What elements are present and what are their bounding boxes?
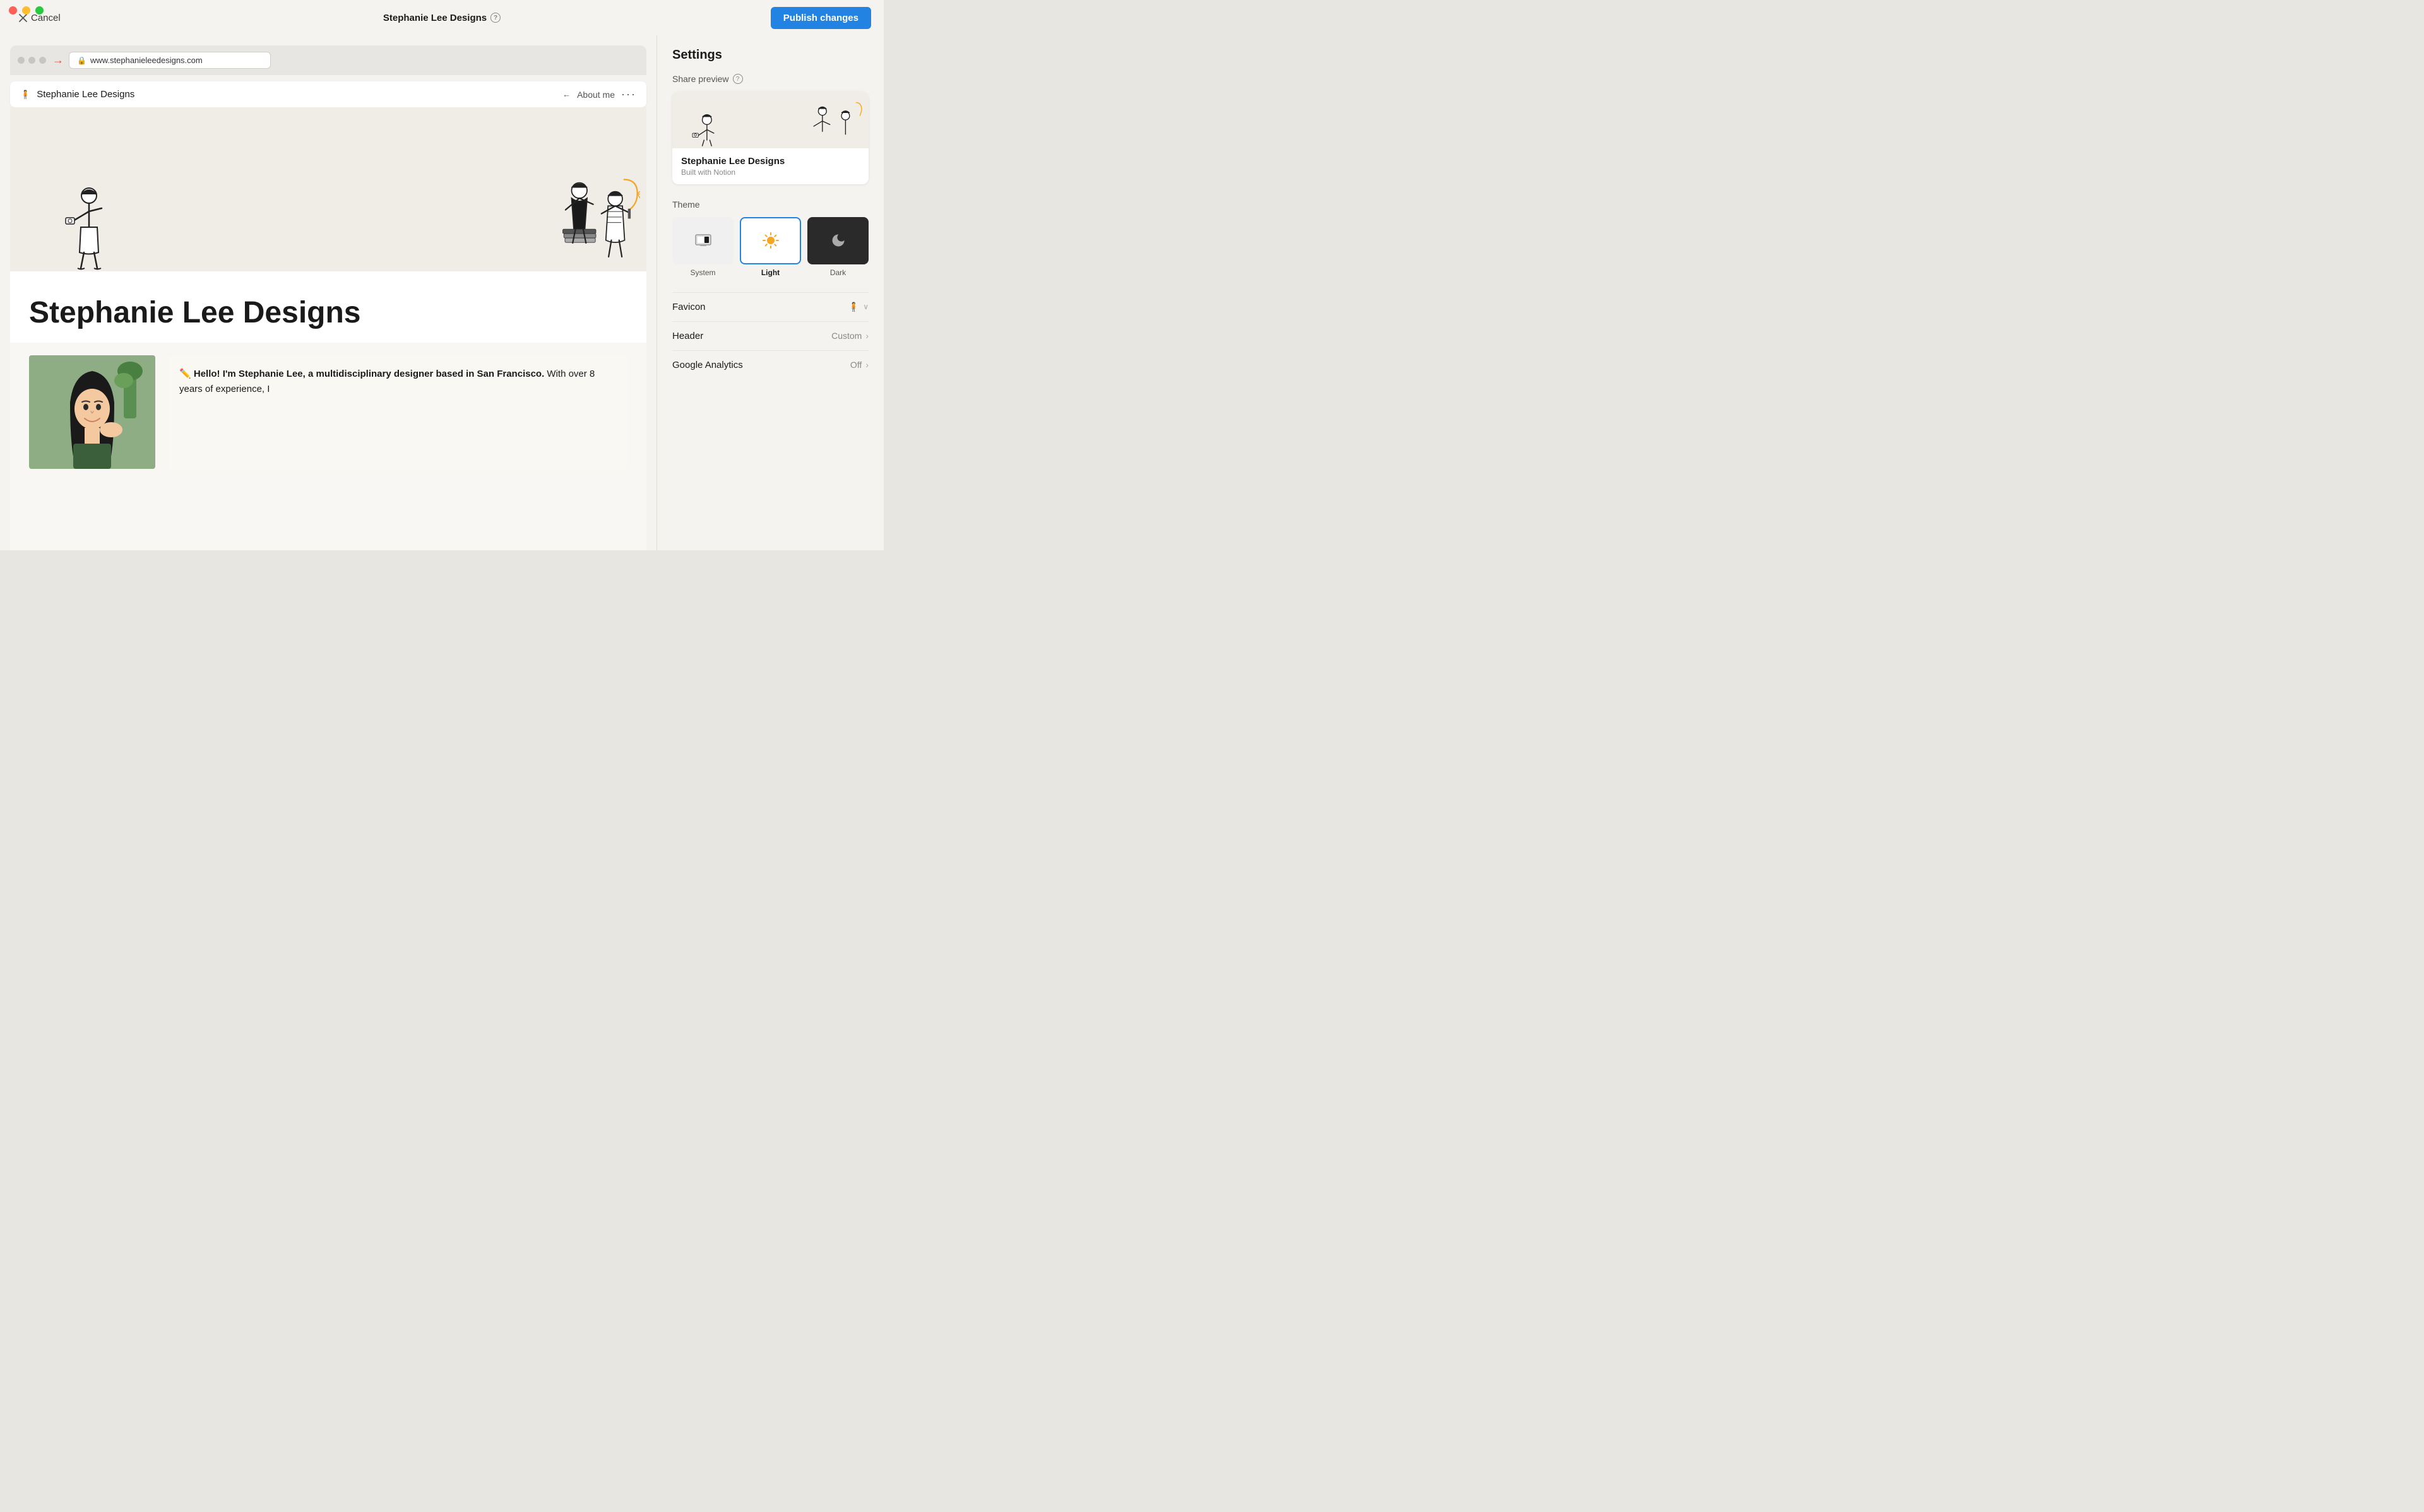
page-title-wrapper: Stephanie Lee Designs ? bbox=[383, 13, 501, 23]
browser-dot-3 bbox=[39, 57, 46, 64]
preview-site-sub: Built with Notion bbox=[681, 168, 860, 177]
intro-text-block: ✏️ Hello! I'm Stephanie Lee, a multidisc… bbox=[168, 355, 627, 469]
settings-panel: Settings Share preview ? bbox=[656, 35, 884, 550]
header-label: Header bbox=[672, 331, 703, 341]
intro-text: ✏️ Hello! I'm Stephanie Lee, a multidisc… bbox=[179, 367, 616, 397]
preview-card-body: Stephanie Lee Designs Built with Notion bbox=[672, 148, 869, 184]
url-text: www.stephanieleedesigns.com bbox=[90, 56, 203, 65]
main-container: → 🔒 www.stephanieleedesigns.com 🧍 Stepha… bbox=[0, 35, 884, 550]
pencil-emoji: ✏️ bbox=[179, 369, 194, 379]
url-bar[interactable]: 🔒 www.stephanieleedesigns.com bbox=[69, 52, 271, 69]
page-content: Stephanie Lee Designs bbox=[10, 107, 646, 550]
preview-site-title: Stephanie Lee Designs bbox=[681, 156, 860, 167]
header-row[interactable]: Header Custom › bbox=[672, 321, 869, 350]
intro-bold-text: Hello! I'm Stephanie Lee, a multidiscipl… bbox=[194, 369, 544, 379]
content-grid: ✏️ Hello! I'm Stephanie Lee, a multidisc… bbox=[10, 343, 646, 481]
browser-dot-1 bbox=[18, 57, 25, 64]
header-value-text: Custom bbox=[831, 331, 862, 341]
top-bar: Cancel Stephanie Lee Designs ? Publish c… bbox=[0, 0, 884, 35]
system-theme-icon bbox=[695, 234, 711, 247]
nav-right: ← About me ··· bbox=[562, 88, 636, 101]
nav-back-button[interactable]: ← bbox=[562, 90, 571, 99]
theme-light-option[interactable]: Light bbox=[740, 217, 801, 277]
theme-dark-option[interactable]: Dark bbox=[807, 217, 869, 277]
character-right-illustration bbox=[552, 170, 640, 271]
settings-title: Settings bbox=[672, 48, 869, 62]
theme-light-box bbox=[740, 217, 801, 264]
theme-light-label: Light bbox=[761, 268, 780, 277]
browser-preview-area: → 🔒 www.stephanieleedesigns.com 🧍 Stepha… bbox=[0, 35, 656, 550]
light-theme-icon bbox=[762, 232, 780, 249]
theme-options: System Light bbox=[672, 217, 869, 277]
nav-bar: 🧍 Stephanie Lee Designs ← About me ··· bbox=[10, 81, 646, 107]
fullscreen-traffic-light[interactable] bbox=[35, 6, 44, 15]
google-analytics-value-text: Off bbox=[850, 360, 862, 370]
dark-theme-icon bbox=[831, 233, 846, 248]
google-analytics-value: Off › bbox=[850, 360, 869, 370]
google-analytics-label: Google Analytics bbox=[672, 360, 743, 370]
publish-button[interactable]: Publish changes bbox=[771, 7, 871, 29]
favicon-value: 🧍 ∨ bbox=[848, 302, 869, 312]
browser-chrome: → 🔒 www.stephanieleedesigns.com bbox=[10, 45, 646, 75]
nav-site-title: Stephanie Lee Designs bbox=[37, 89, 134, 100]
url-arrow: → bbox=[52, 54, 64, 67]
share-preview-section: Share preview ? bbox=[672, 74, 869, 84]
favicon-dropdown-chevron: ∨ bbox=[863, 302, 869, 311]
site-title-large: Stephanie Lee Designs bbox=[29, 297, 627, 330]
preview-card: Stephanie Lee Designs Built with Notion bbox=[672, 92, 869, 184]
nav-site-icon: 🧍 bbox=[20, 90, 30, 100]
preview-card-illustration bbox=[672, 92, 869, 148]
header-value: Custom › bbox=[831, 331, 869, 341]
profile-photo bbox=[29, 355, 155, 469]
profile-photo-block bbox=[29, 355, 155, 469]
share-preview-label: Share preview bbox=[672, 74, 729, 84]
favicon-row[interactable]: Favicon 🧍 ∨ bbox=[672, 292, 869, 321]
close-traffic-light[interactable] bbox=[9, 6, 17, 15]
character-left-illustration bbox=[61, 183, 117, 271]
hero-area bbox=[10, 107, 646, 271]
nav-more-menu[interactable]: ··· bbox=[621, 88, 636, 101]
page-title: Stephanie Lee Designs bbox=[383, 13, 487, 23]
url-bar-wrapper: → 🔒 www.stephanieleedesigns.com bbox=[52, 52, 639, 69]
about-me-link[interactable]: About me bbox=[577, 90, 615, 100]
google-analytics-chevron-icon: › bbox=[865, 360, 869, 370]
page-title-section: Stephanie Lee Designs bbox=[10, 271, 646, 343]
browser-dots bbox=[18, 57, 46, 64]
help-icon[interactable]: ? bbox=[490, 13, 501, 23]
traffic-lights bbox=[9, 6, 44, 15]
share-preview-help-icon[interactable]: ? bbox=[733, 74, 743, 84]
theme-system-option[interactable]: System bbox=[672, 217, 734, 277]
nav-left: 🧍 Stephanie Lee Designs bbox=[20, 89, 134, 100]
browser-dot-2 bbox=[28, 57, 35, 64]
minimize-traffic-light[interactable] bbox=[22, 6, 30, 15]
header-chevron-icon: › bbox=[865, 331, 869, 341]
theme-label: Theme bbox=[672, 199, 869, 210]
google-analytics-row[interactable]: Google Analytics Off › bbox=[672, 350, 869, 379]
favicon-label: Favicon bbox=[672, 302, 706, 312]
url-lock-icon: 🔒 bbox=[77, 56, 86, 65]
close-icon bbox=[19, 14, 27, 22]
theme-dark-box bbox=[807, 217, 869, 264]
theme-dark-label: Dark bbox=[830, 268, 846, 277]
theme-system-label: System bbox=[690, 268, 715, 277]
theme-system-box bbox=[672, 217, 734, 264]
preview-card-hero bbox=[672, 92, 869, 148]
favicon-icon: 🧍 bbox=[848, 302, 859, 312]
